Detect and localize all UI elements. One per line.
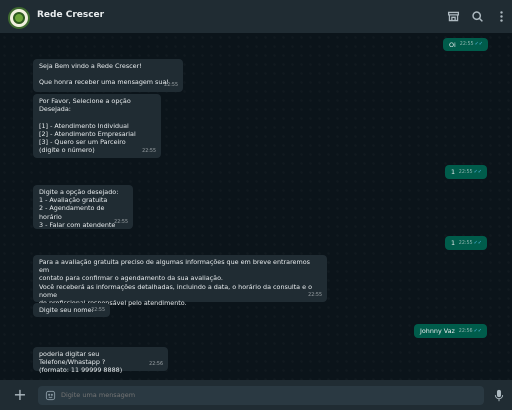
message-text: 1 bbox=[451, 239, 456, 247]
incoming-message[interactable]: Seja Bem vindo a Rede Crescer! Que honra… bbox=[33, 59, 183, 92]
outgoing-message[interactable]: Johnny Vaz 22:56✓✓ bbox=[414, 324, 487, 338]
emoji-icon[interactable] bbox=[45, 390, 56, 401]
store-icon[interactable] bbox=[446, 9, 460, 23]
incoming-message[interactable]: Por Favor, Selecione a opção Desejada: [… bbox=[33, 94, 161, 158]
message-timestamp: 22:56 bbox=[149, 361, 163, 367]
message-text: Para a avaliação gratuita preciso de alg… bbox=[39, 258, 312, 308]
double-check-icon: ✓✓ bbox=[473, 168, 482, 175]
message-timestamp: 22:55 bbox=[458, 169, 473, 175]
incoming-message[interactable]: Digite a opção desejado: 1 - Avaliação g… bbox=[33, 185, 133, 229]
message-time: 22:55✓✓ bbox=[460, 40, 483, 49]
chat-title[interactable]: Rede Crescer bbox=[37, 10, 104, 20]
incoming-message[interactable]: Para a avaliação gratuita preciso de alg… bbox=[33, 255, 327, 307]
chat-header: Rede Crescer bbox=[0, 0, 512, 33]
message-time: 22:55 bbox=[114, 219, 128, 227]
message-text: Oi bbox=[449, 41, 456, 49]
message-timestamp: 22:55 bbox=[91, 307, 105, 313]
message-text: poderia digitar seu Telefone/Whastapp ? … bbox=[39, 350, 123, 375]
message-text: Por Favor, Selecione a opção Desejada: [… bbox=[39, 97, 136, 155]
logo-icon bbox=[13, 12, 25, 24]
message-timestamp: 22:55 bbox=[459, 41, 474, 47]
outgoing-message[interactable]: 1 22:55✓✓ bbox=[445, 165, 487, 179]
plus-icon[interactable]: + bbox=[12, 387, 28, 403]
message-input-box[interactable] bbox=[38, 386, 484, 405]
double-check-icon: ✓✓ bbox=[473, 327, 482, 334]
contact-avatar[interactable] bbox=[8, 7, 30, 29]
double-check-icon: ✓✓ bbox=[474, 40, 483, 47]
message-time: 22:55 bbox=[91, 307, 105, 315]
message-text: Digite a opção desejado: 1 - Avaliação g… bbox=[39, 188, 119, 229]
message-timestamp: 22:55 bbox=[164, 82, 178, 88]
search-icon[interactable] bbox=[470, 9, 484, 23]
more-icon[interactable] bbox=[494, 9, 508, 23]
outgoing-message[interactable]: 1 22:55✓✓ bbox=[445, 236, 487, 250]
message-time: 22:55✓✓ bbox=[459, 168, 482, 177]
composer-bar: + bbox=[0, 380, 512, 410]
mic-icon[interactable] bbox=[494, 389, 504, 402]
message-timestamp: 22:55 bbox=[308, 292, 322, 298]
message-time: 22:55 bbox=[164, 82, 178, 90]
message-timestamp: 22:55 bbox=[114, 219, 128, 225]
message-time: 22:55✓✓ bbox=[459, 239, 482, 248]
message-text: 1 bbox=[451, 168, 456, 176]
message-time: 22:55 bbox=[308, 292, 322, 300]
message-timestamp: 22:55 bbox=[142, 148, 156, 154]
message-text: Digite seu nome: bbox=[39, 306, 94, 314]
message-input[interactable] bbox=[61, 391, 461, 399]
message-timestamp: 22:55 bbox=[458, 240, 473, 246]
incoming-message[interactable]: Digite seu nome: 22:55 bbox=[33, 303, 110, 317]
incoming-message[interactable]: poderia digitar seu Telefone/Whastapp ? … bbox=[33, 347, 168, 375]
outgoing-message[interactable]: Oi 22:55✓✓ bbox=[443, 38, 488, 51]
double-check-icon: ✓✓ bbox=[473, 239, 482, 246]
message-text: Seja Bem vindo a Rede Crescer! Que honra… bbox=[39, 62, 169, 87]
message-list[interactable]: Oi 22:55✓✓ Seja Bem vindo a Rede Crescer! … bbox=[0, 33, 512, 380]
message-time: 22:55 bbox=[142, 148, 156, 156]
message-text: Johnny Vaz bbox=[420, 327, 455, 335]
message-time: 22:56 bbox=[149, 361, 163, 369]
message-time: 22:56✓✓ bbox=[459, 327, 482, 336]
message-timestamp: 22:56 bbox=[458, 328, 473, 334]
